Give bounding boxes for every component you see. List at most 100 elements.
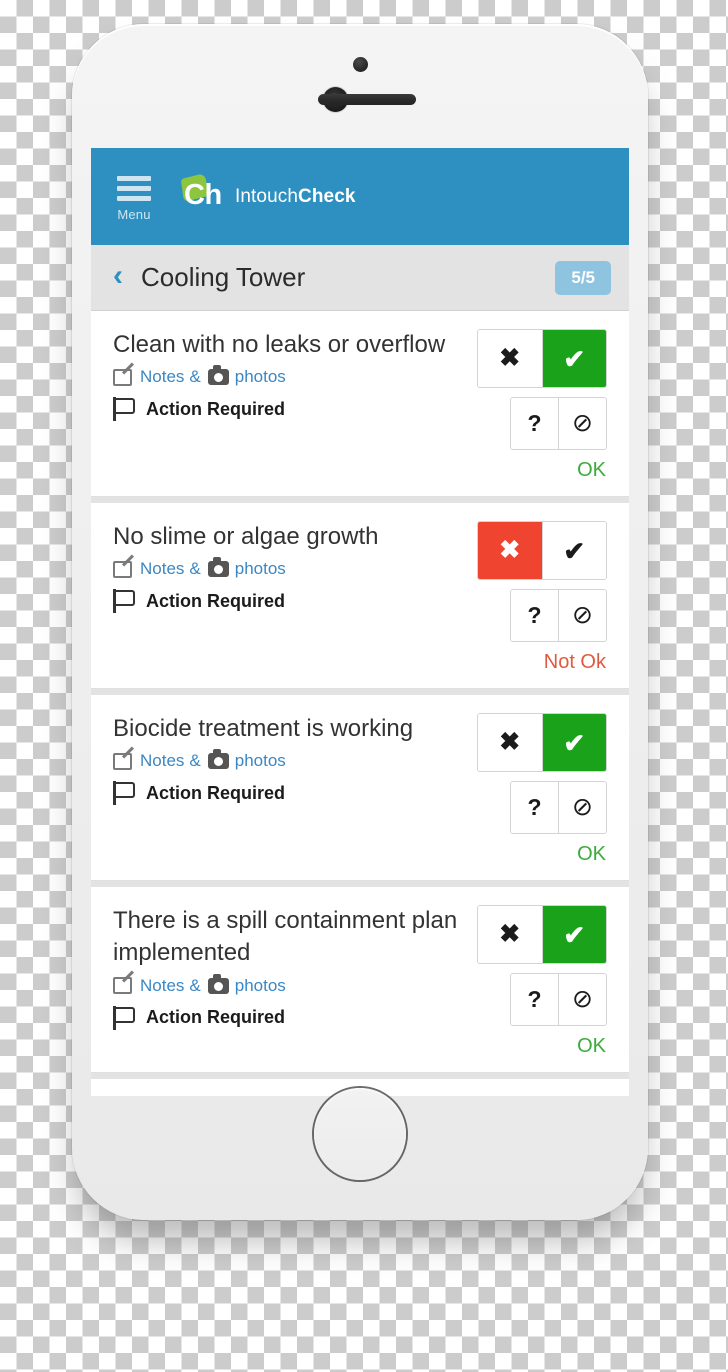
pass-fail-group: ✖ ✔ — [477, 713, 607, 772]
notes-and-photos-link[interactable]: Notes & photos — [113, 557, 460, 579]
camera-icon — [207, 749, 229, 770]
unknown-button[interactable]: ? — [511, 782, 559, 833]
menu-label: Menu — [117, 206, 151, 222]
action-required-label: Action Required — [146, 1007, 286, 1028]
phone-screen: Menu Ch IntouchCheck ‹ Cooling Tower 5/5… — [91, 148, 629, 1096]
photos-label: photos — [234, 367, 286, 387]
unknown-button[interactable]: ? — [511, 590, 559, 641]
earpiece-speaker — [318, 94, 416, 105]
not-applicable-button[interactable]: ⊘ — [559, 782, 606, 833]
section-header: ‹ Cooling Tower 5/5 — [91, 245, 629, 311]
camera-icon — [207, 365, 229, 386]
not-applicable-icon: ⊘ — [572, 985, 593, 1013]
checklist-item-body: Clean with no leaks or overflow Notes & … — [113, 329, 472, 482]
edit-note-icon — [113, 368, 132, 386]
action-required-label: Action Required — [146, 398, 286, 419]
notes-label: Notes — [140, 367, 185, 387]
ampersand-label: & — [189, 367, 201, 387]
unknown-button[interactable]: ? — [511, 974, 559, 1025]
edit-note-icon — [113, 752, 132, 770]
notes-and-photos-link[interactable]: Notes & photos — [113, 365, 460, 387]
fail-x-icon: ✖ — [499, 536, 521, 564]
logo-text: Ch — [184, 178, 222, 211]
not-applicable-button[interactable]: ⊘ — [559, 398, 606, 449]
pass-fail-group: ✖ ✔ — [477, 521, 607, 580]
status-label: Not Ok — [543, 651, 606, 673]
action-required-row[interactable]: Action Required — [113, 781, 460, 806]
pass-button[interactable]: ✔ — [542, 714, 606, 771]
status-label: OK — [577, 843, 606, 865]
checklist-item: Clean with no leaks or overflow Notes & … — [91, 311, 629, 497]
pass-button[interactable]: ✔ — [542, 522, 606, 579]
notes-label: Notes — [140, 559, 185, 579]
progress-badge: 5/5 — [555, 260, 611, 295]
camera-icon — [207, 557, 229, 578]
not-applicable-icon: ⊘ — [572, 601, 593, 629]
notes-label: Notes — [140, 751, 185, 771]
menu-button[interactable]: Menu — [107, 172, 161, 222]
flag-icon — [113, 1005, 135, 1030]
checklist-item-body: No slime or algae growth Notes & photos … — [113, 521, 472, 674]
not-applicable-button[interactable]: ⊘ — [559, 590, 606, 641]
checklist-item-body: Biocide treatment is working Notes & pho… — [113, 713, 472, 866]
checklist-item-controls: ✖ ✔ ? ⊘ OK — [472, 713, 607, 866]
not-applicable-button[interactable]: ⊘ — [559, 974, 606, 1025]
not-applicable-icon: ⊘ — [572, 409, 593, 437]
photos-label: photos — [234, 751, 286, 771]
home-button[interactable] — [314, 1088, 406, 1180]
unknown-button[interactable]: ? — [511, 398, 559, 449]
notes-label: Notes — [140, 975, 185, 995]
checklist-item-label: There is a spill containment plan implem… — [113, 907, 458, 967]
brand-name-regular: Intouch — [235, 185, 299, 207]
checklist-item-label: Clean with no leaks or overflow — [113, 331, 446, 358]
action-required-label: Action Required — [146, 590, 286, 611]
checklist-item: There is a spill containment plan implem… — [91, 887, 629, 1073]
fail-x-icon: ✖ — [499, 344, 521, 372]
question-mark-icon: ? — [527, 410, 542, 436]
fail-button[interactable]: ✖ — [478, 906, 543, 963]
pass-fail-group: ✖ ✔ — [477, 905, 607, 964]
question-mark-icon: ? — [527, 602, 542, 628]
checklist-item-label: No slime or algae growth — [113, 523, 379, 550]
brand-name: IntouchCheck — [235, 186, 356, 208]
checklist-item: No slime or algae growth Notes & photos … — [91, 503, 629, 689]
pass-button[interactable]: ✔ — [542, 330, 606, 387]
fail-button[interactable]: ✖ — [478, 522, 543, 579]
action-required-row[interactable]: Action Required — [113, 589, 460, 614]
checklist-item-controls: ✖ ✔ ? ⊘ Not Ok — [472, 521, 607, 674]
fail-button[interactable]: ✖ — [478, 330, 543, 387]
phone-device: Menu Ch IntouchCheck ‹ Cooling Tower 5/5… — [72, 24, 648, 1220]
not-applicable-icon: ⊘ — [572, 793, 593, 821]
chevron-left-icon[interactable]: ‹ — [113, 261, 123, 291]
brand-name-bold: Check — [298, 185, 356, 207]
unknown-na-group: ? ⊘ — [510, 397, 607, 450]
pass-check-icon: ✔ — [563, 919, 586, 950]
edit-note-icon — [113, 560, 132, 578]
pass-check-icon: ✔ — [563, 535, 586, 566]
photos-label: photos — [234, 559, 286, 579]
fail-x-icon: ✖ — [499, 920, 521, 948]
question-mark-icon: ? — [527, 794, 542, 820]
action-required-row[interactable]: Action Required — [113, 1005, 460, 1030]
status-label: OK — [577, 1035, 606, 1057]
pass-check-icon: ✔ — [563, 343, 586, 374]
question-mark-icon: ? — [527, 986, 542, 1012]
ampersand-label: & — [189, 975, 201, 995]
flag-icon — [113, 781, 135, 806]
app-header: Menu Ch IntouchCheck — [91, 148, 629, 245]
checklist: Clean with no leaks or overflow Notes & … — [91, 311, 629, 1096]
intouchcheck-logo-icon: Ch — [179, 172, 225, 218]
notes-and-photos-link[interactable]: Notes & photos — [113, 749, 460, 771]
brand-logo[interactable]: Ch IntouchCheck — [179, 172, 356, 218]
fail-button[interactable]: ✖ — [478, 714, 543, 771]
unknown-na-group: ? ⊘ — [510, 589, 607, 642]
action-required-label: Action Required — [146, 782, 286, 803]
ampersand-label: & — [189, 751, 201, 771]
unknown-na-group: ? ⊘ — [510, 781, 607, 834]
camera-icon — [207, 973, 229, 994]
action-required-row[interactable]: Action Required — [113, 397, 460, 422]
notes-and-photos-link[interactable]: Notes & photos — [113, 973, 460, 996]
pass-button[interactable]: ✔ — [542, 906, 606, 963]
flag-icon — [113, 589, 135, 614]
photos-label: photos — [234, 975, 286, 995]
